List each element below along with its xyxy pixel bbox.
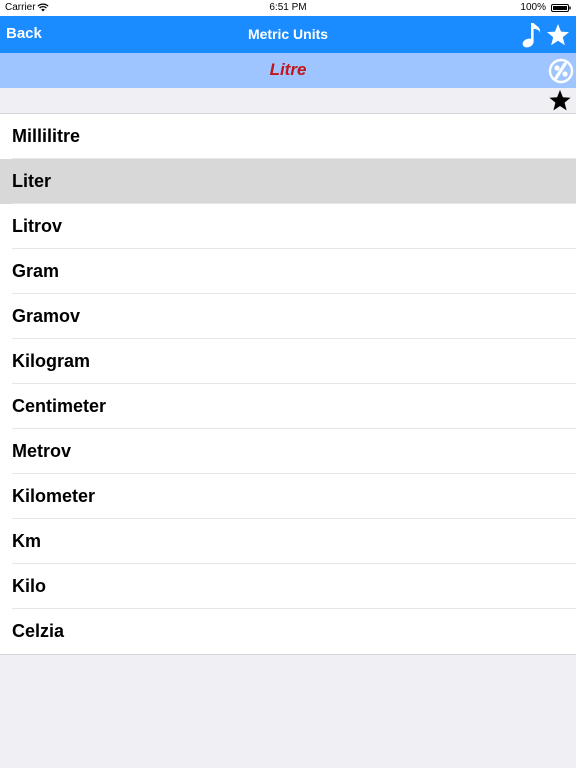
- page-title: Metric Units: [247, 26, 329, 42]
- list-item[interactable]: Litrov: [0, 204, 576, 249]
- unit-list: Millilitre Liter Litrov Gram Gramov Kilo…: [0, 113, 576, 655]
- list-item[interactable]: Kilogram: [0, 339, 576, 384]
- list-item[interactable]: Kilo: [0, 564, 576, 609]
- list-item[interactable]: Metrov: [0, 429, 576, 474]
- music-note-icon[interactable]: [520, 21, 542, 49]
- list-item[interactable]: Liter: [0, 159, 576, 204]
- list-item[interactable]: Km: [0, 519, 576, 564]
- favorite-bar: [0, 88, 576, 113]
- list-item[interactable]: Celzia: [0, 609, 576, 654]
- share-icon[interactable]: [548, 58, 574, 84]
- sub-header: Litre: [0, 53, 576, 88]
- list-item[interactable]: Centimeter: [0, 384, 576, 429]
- category-title: Litre: [269, 60, 307, 79]
- battery-icon: [551, 4, 571, 12]
- back-button[interactable]: Back: [6, 25, 42, 42]
- star-icon[interactable]: [548, 89, 572, 112]
- navigation-bar: Back Metric Units: [0, 16, 576, 53]
- list-item[interactable]: Gram: [0, 249, 576, 294]
- status-bar: Carrier 6:51 PM 100%: [0, 0, 576, 16]
- list-item[interactable]: Gramov: [0, 294, 576, 339]
- list-item[interactable]: Kilometer: [0, 474, 576, 519]
- star-icon[interactable]: [546, 23, 570, 47]
- battery-percentage: 100%: [520, 2, 546, 13]
- status-time: 6:51 PM: [269, 2, 307, 13]
- list-item[interactable]: Millilitre: [0, 114, 576, 159]
